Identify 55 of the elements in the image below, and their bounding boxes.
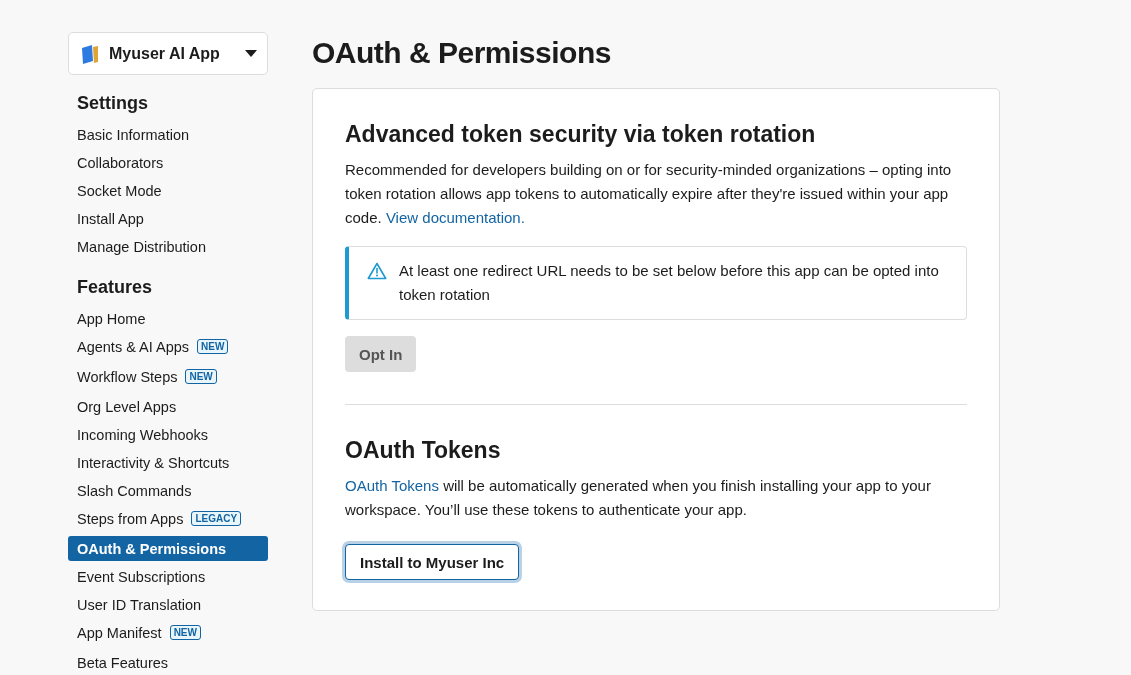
sidebar-item-label: Event Subscriptions — [77, 568, 206, 585]
section-title: OAuth Tokens — [345, 437, 502, 464]
section-heading: Settings — [77, 93, 149, 114]
description-text: OAuth Tokens will be automatically generated when you finish installing your app to your workspace. You’ll use these tokens to authenticate your app. — [345, 476, 932, 520]
sidebar-item-label: Steps from Apps — [77, 510, 184, 527]
sidebar-item[interactable]: Workflow Steps NEW — [68, 364, 268, 389]
sidebar-item-label: Beta Features — [77, 654, 169, 671]
section-title: Advanced token security via token rotation — [345, 121, 817, 148]
sidebar-item-label: Basic Information — [77, 126, 190, 143]
sidebar-item[interactable]: Beta Features — [68, 650, 268, 675]
sidebar-item-label: Install App — [77, 210, 144, 227]
app-switcher[interactable]: Myuser AI App — [68, 32, 268, 75]
sidebar-item[interactable]: Collaborators — [68, 150, 268, 175]
sidebar-item-label: Workflow Steps — [77, 368, 178, 385]
sidebar-badge: NEW — [185, 369, 217, 384]
sidebar-item[interactable]: Agents & AI Apps NEW — [68, 334, 268, 359]
sidebar-item[interactable]: Slash Commands — [68, 478, 268, 503]
sidebar-item[interactable]: Incoming Webhooks — [68, 422, 268, 447]
sidebar-item[interactable]: Manage Distribution — [68, 234, 268, 259]
sidebar-item[interactable]: Install App — [68, 206, 268, 231]
sidebar-badge: LEGACY — [191, 511, 242, 526]
sidebar-item-label: User ID Translation — [77, 596, 202, 613]
sidebar-item[interactable]: App Home — [68, 306, 268, 331]
warning-text: At least one redirect URL needs to be set below before this app can be opted into token rotation — [399, 261, 940, 305]
sidebar-badge: NEW — [169, 625, 201, 640]
warning-icon — [367, 262, 387, 280]
sidebar-item-label: OAuth & Permissions — [77, 540, 227, 557]
sidebar-item[interactable]: OAuth & Permissions — [68, 536, 268, 561]
sidebar-item[interactable]: Steps from Apps LEGACY — [68, 506, 268, 531]
sidebar-item-label: Org Level Apps — [77, 398, 177, 415]
section-heading: Features — [77, 277, 154, 298]
sidebar-item-label: Interactivity & Shortcuts — [77, 454, 230, 471]
sidebar-item-label: Agents & AI Apps — [77, 338, 190, 355]
sidebar-item[interactable]: User ID Translation — [68, 592, 268, 617]
sidebar-item-label: Collaborators — [77, 154, 164, 171]
sidebar-item-label: App Home — [77, 310, 146, 327]
sidebar-item-label: Incoming Webhooks — [77, 426, 209, 443]
install-button[interactable]: Install to Myuser Inc — [345, 544, 520, 580]
sidebar-item[interactable]: Basic Information — [68, 122, 268, 147]
sidebar-item[interactable]: Event Subscriptions — [68, 564, 268, 589]
sidebar-item-label: Socket Mode — [77, 182, 162, 199]
sidebar-item-label: Manage Distribution — [77, 238, 206, 255]
description-text: Recommended for developers building on or for security-minded organizations – opting into token rotation allows app tokens to automatically expire after they're issued within your app code. View documentation. — [345, 160, 953, 228]
caret-icon — [245, 49, 257, 58]
book-icon — [79, 42, 101, 65]
sidebar-item-label: Slash Commands — [77, 482, 192, 499]
sidebar-item[interactable]: App Manifest NEW — [68, 620, 268, 645]
sidebar-badge: NEW — [197, 339, 229, 354]
sidebar-item[interactable]: Interactivity & Shortcuts — [68, 450, 268, 475]
sidebar-item[interactable]: Socket Mode — [68, 178, 268, 203]
sidebar-item[interactable]: Org Level Apps — [68, 394, 268, 419]
page-title: OAuth & Permissions — [312, 36, 612, 70]
documentation-link[interactable]: View documentation. — [385, 209, 525, 226]
sidebar-item-label: App Manifest — [77, 624, 162, 641]
oauth-tokens-link[interactable]: OAuth Tokens — [345, 477, 439, 494]
